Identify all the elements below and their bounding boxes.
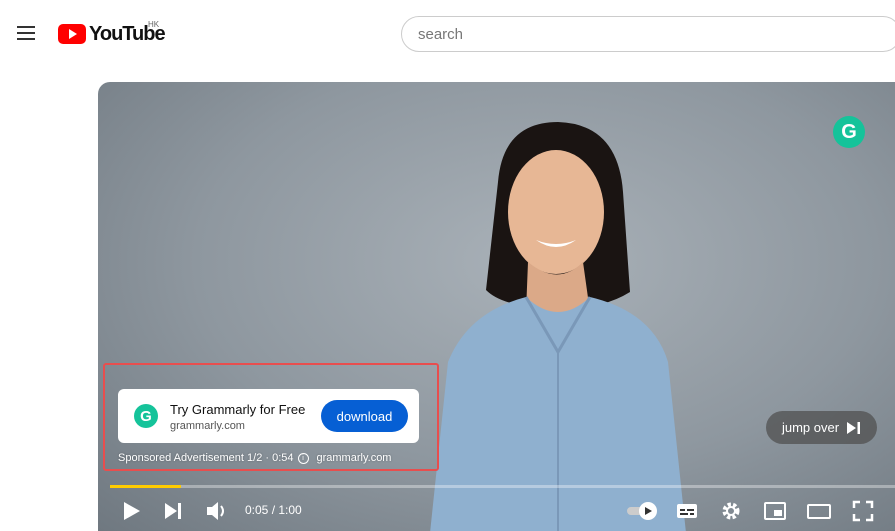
sponsored-domain[interactable]: grammarly.com <box>317 452 392 464</box>
progress-fill <box>110 485 181 488</box>
player-controls: 0:05 / 1:00 <box>98 492 895 531</box>
fullscreen-icon[interactable] <box>850 498 876 524</box>
skip-next-icon <box>847 421 861 434</box>
skip-label: jump over <box>781 420 840 435</box>
next-icon[interactable] <box>160 498 186 524</box>
ad-title: Try Grammarly for Free <box>170 402 306 417</box>
autoplay-toggle-icon[interactable] <box>626 498 660 524</box>
search-input[interactable] <box>416 25 860 44</box>
miniplayer-icon[interactable] <box>762 498 788 524</box>
sponsored-text: Sponsored Advertisement 1/2 · 0:54 <box>118 452 294 464</box>
menu-icon[interactable] <box>14 22 38 46</box>
youtube-play-logo-icon <box>58 24 86 44</box>
skip-ad-button[interactable]: jump over <box>766 411 877 444</box>
subtitles-icon[interactable] <box>674 498 700 524</box>
grammarly-badge-icon[interactable]: G <box>833 116 865 148</box>
top-bar: YouTube HK <box>0 0 895 70</box>
grammarly-logo-icon: G <box>134 404 158 428</box>
play-icon[interactable] <box>118 498 144 524</box>
ad-download-button[interactable]: download <box>321 400 408 432</box>
info-icon[interactable]: i <box>297 452 309 464</box>
ad-sponsored-info: Sponsored Advertisement 1/2 · 0:54 i gramm… <box>118 452 391 464</box>
theater-icon[interactable] <box>806 498 832 524</box>
youtube-logo[interactable]: YouTube HK <box>58 20 166 48</box>
volume-icon[interactable] <box>204 498 230 524</box>
progress-bar[interactable] <box>110 485 895 488</box>
search-box[interactable] <box>401 16 895 52</box>
time-display: 0:05 / 1:00 <box>245 503 302 517</box>
region-code: HK <box>148 20 160 29</box>
ad-card[interactable]: G Try Grammarly for Free grammarly.com d… <box>118 389 419 443</box>
settings-icon[interactable] <box>718 498 744 524</box>
ad-domain: grammarly.com <box>170 420 245 432</box>
